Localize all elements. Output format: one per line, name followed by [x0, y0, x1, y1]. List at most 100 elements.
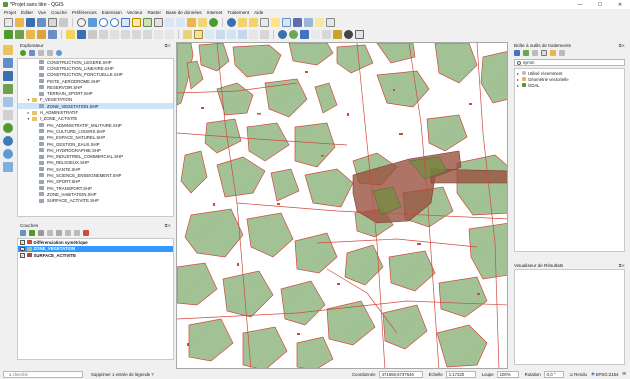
maximize-button[interactable]: ☐ — [590, 0, 610, 9]
history-icon[interactable] — [532, 50, 538, 56]
pan-to-selection-icon[interactable] — [88, 17, 97, 27]
menu-raster[interactable]: Raster — [147, 10, 161, 15]
layer-item[interactable]: ✓ SURFACE_ACTIVITE — [18, 252, 173, 259]
messages-icon[interactable]: ✉ — [622, 371, 626, 377]
attribute-table-icon[interactable] — [271, 17, 280, 27]
layer-visibility-checkbox[interactable]: ✓ — [20, 240, 25, 245]
open-project-icon[interactable] — [15, 17, 24, 27]
label-tool-icon[interactable] — [183, 29, 192, 39]
add-mssql-layer-icon[interactable] — [3, 97, 13, 107]
delete-selected-icon[interactable] — [110, 29, 119, 39]
panel-close-icon[interactable]: ⧉✕ — [619, 263, 625, 268]
results-viewer-icon[interactable] — [322, 29, 331, 39]
add-spatialite-layer-icon[interactable] — [3, 84, 13, 94]
explorer-item[interactable]: SURFACE_ACTIVITE.SHP — [18, 198, 173, 204]
cut-features-icon[interactable] — [121, 29, 130, 39]
deselect-icon[interactable] — [260, 17, 269, 27]
zoom-native-icon[interactable] — [154, 17, 163, 27]
change-label-icon[interactable] — [260, 29, 269, 39]
results-icon[interactable] — [541, 50, 547, 56]
graph-icon[interactable] — [355, 29, 364, 39]
data-source-manager-icon[interactable] — [4, 29, 13, 39]
add-vector-layer-icon[interactable] — [3, 45, 13, 55]
minimize-button[interactable]: — — [570, 0, 590, 9]
add-delimited-text-icon[interactable] — [3, 162, 13, 172]
undo-icon[interactable] — [154, 29, 163, 39]
layer-styling-icon[interactable] — [20, 230, 26, 236]
panel-close-icon[interactable]: ⧉✕ — [165, 223, 171, 228]
select-by-value-icon[interactable] — [249, 17, 258, 27]
layer-symbol-swatch[interactable] — [26, 246, 32, 251]
zoom-full-icon[interactable] — [121, 17, 130, 27]
field-calculator-icon[interactable] — [282, 17, 291, 27]
properties-icon[interactable] — [56, 50, 62, 56]
map-tips-icon[interactable] — [326, 17, 335, 27]
close-button[interactable]: ✕ — [610, 0, 630, 9]
redo-icon[interactable] — [165, 29, 174, 39]
measure-icon[interactable] — [304, 17, 313, 27]
expand-icon[interactable]: ▾ — [26, 116, 31, 121]
rotation-field[interactable]: 0,0 ° — [543, 370, 564, 378]
show-bookmarks-icon[interactable] — [198, 17, 207, 27]
render-checkbox[interactable]: ☑ — [570, 372, 574, 377]
crs-globe-icon[interactable]: ◉ — [591, 371, 595, 377]
layout-manager-icon[interactable] — [59, 17, 68, 27]
identify-icon[interactable] — [227, 17, 236, 27]
new-layout-icon[interactable] — [48, 17, 57, 27]
add-wfs-layer-icon[interactable] — [3, 149, 13, 159]
menu-couche[interactable]: Couche — [51, 10, 67, 15]
add-wcs-layer-icon[interactable] — [3, 136, 13, 146]
menu-internet[interactable]: Internet — [207, 10, 223, 15]
rotate-label-icon[interactable] — [249, 29, 258, 39]
filter-icon[interactable] — [38, 50, 44, 56]
zoom-out-icon[interactable] — [110, 17, 119, 27]
show-hide-labels-icon[interactable] — [227, 29, 236, 39]
menu-preferences[interactable]: Préférences — [72, 10, 97, 15]
zoom-selection-icon[interactable] — [132, 17, 141, 27]
menu-base-de-donnees[interactable]: Base de données — [166, 10, 202, 15]
filter-by-expression-icon[interactable] — [56, 230, 62, 236]
python-console-icon[interactable] — [278, 29, 287, 39]
manage-map-themes-icon[interactable] — [38, 230, 44, 236]
options-icon[interactable] — [559, 50, 565, 56]
statistics-icon[interactable] — [293, 17, 302, 27]
refresh-icon[interactable] — [209, 17, 218, 27]
add-raster-layer-icon[interactable] — [3, 58, 13, 68]
expand-icon[interactable]: ▾ — [26, 97, 31, 102]
zoom-field[interactable]: 100% — [496, 370, 519, 378]
new-shapefile-icon[interactable] — [26, 29, 35, 39]
menu-editer[interactable]: Éditer — [21, 10, 33, 15]
layer-visibility-checkbox[interactable]: ✓ — [20, 253, 25, 258]
save-as-icon[interactable] — [37, 17, 46, 27]
processing-model-icon[interactable] — [300, 29, 309, 39]
menu-aide[interactable]: Aide — [254, 10, 263, 15]
collapse-all-icon[interactable] — [74, 230, 80, 236]
add-virtual-layer-icon[interactable] — [3, 110, 13, 120]
panel-close-icon[interactable]: ⧉✕ — [165, 43, 171, 48]
plugin-icon[interactable] — [289, 29, 298, 39]
layer-symbol-swatch[interactable] — [26, 253, 32, 258]
add-selected-layers-icon[interactable] — [29, 50, 35, 56]
scale-field[interactable]: 1:17220 — [445, 370, 476, 378]
filter-legend-icon[interactable] — [47, 230, 53, 236]
new-temp-layer-icon[interactable] — [48, 29, 57, 39]
menu-extension[interactable]: Extension — [102, 10, 122, 15]
zoom-layer-icon[interactable] — [143, 17, 152, 27]
models-icon[interactable] — [514, 50, 520, 56]
new-geopackage-icon[interactable] — [15, 29, 24, 39]
map-canvas[interactable] — [176, 42, 508, 369]
collapse-all-icon[interactable] — [47, 50, 53, 56]
expand-all-icon[interactable] — [65, 230, 71, 236]
processing-toolbox-icon[interactable] — [333, 29, 342, 39]
geometry-checker-icon[interactable] — [344, 29, 353, 39]
select-features-icon[interactable] — [238, 17, 247, 27]
zoom-last-icon[interactable] — [165, 17, 174, 27]
menu-traitement[interactable]: Traitement — [227, 10, 249, 15]
toolbox-search-input[interactable]: symm — [514, 59, 625, 66]
paste-features-icon[interactable] — [143, 29, 152, 39]
toolbox-item-gdal[interactable]: ▸ GDAL — [515, 82, 624, 88]
layer-visibility-checkbox[interactable]: ✓ — [20, 246, 25, 251]
vertex-tool-icon[interactable] — [99, 29, 108, 39]
scripts-icon[interactable] — [523, 50, 529, 56]
move-label-icon[interactable] — [238, 29, 247, 39]
